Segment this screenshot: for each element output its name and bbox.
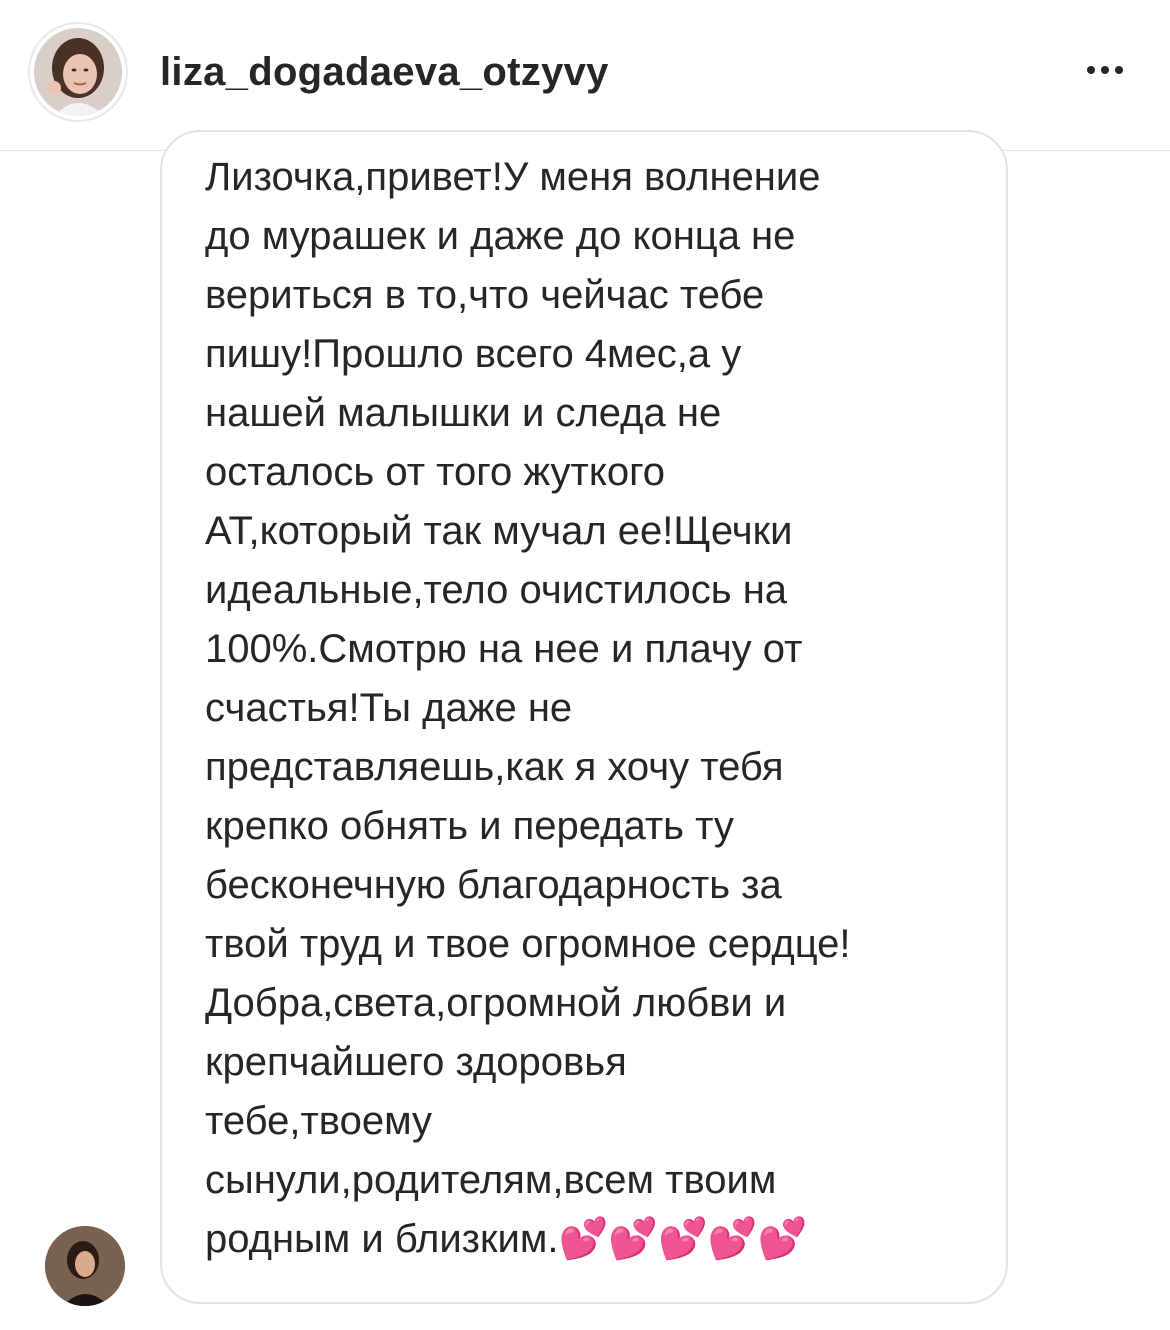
more-options-button[interactable] — [1070, 50, 1140, 90]
message-body: Лизочка,привет!У меня волнение до мураше… — [205, 155, 851, 1261]
more-horizontal-icon — [1087, 66, 1095, 74]
more-horizontal-icon — [1101, 66, 1109, 74]
profile-avatar-image — [34, 28, 122, 116]
hearts-emoji: 💕💕💕💕💕 — [558, 1217, 808, 1261]
profile-avatar[interactable] — [28, 22, 128, 122]
sender-avatar[interactable] — [45, 1226, 125, 1306]
username[interactable]: liza_dogadaeva_otzyvy — [160, 46, 609, 98]
more-horizontal-icon — [1115, 66, 1123, 74]
message-text: Лизочка,привет!У меня волнение до мураше… — [205, 148, 995, 1269]
profile-header: liza_dogadaeva_otzyvy — [0, 0, 1170, 151]
